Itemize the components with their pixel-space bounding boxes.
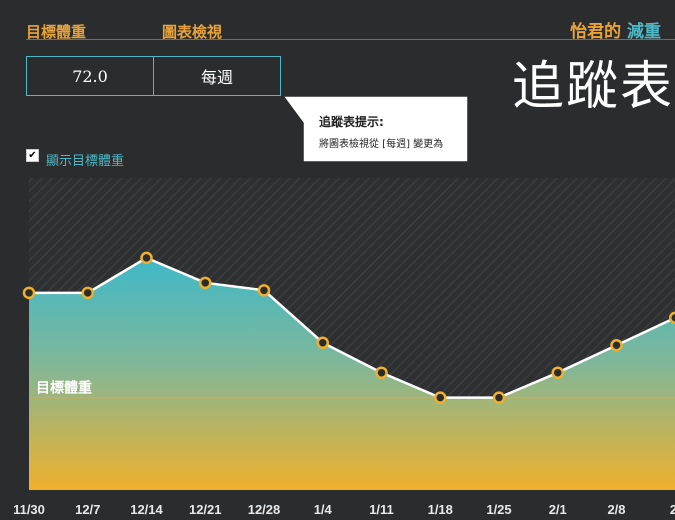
data-point-11-30 [22, 286, 36, 300]
x-tick-label: 12/14 [130, 502, 163, 517]
show-goal-label[interactable]: 顯示目標體重 [46, 150, 124, 169]
header-divider [26, 39, 675, 40]
x-tick-label: 2/ [670, 502, 675, 517]
callout-shape [281, 95, 469, 163]
x-axis-labels: 11/30 12/7 12/14 12/21 12/28 1/4 1/11 1/18 1/25 2… [13, 502, 675, 517]
x-tick-label: 12/28 [248, 502, 281, 517]
data-point-12-28 [257, 284, 271, 297]
data-point-1-11 [375, 366, 388, 379]
data-point-1-25 [492, 391, 506, 404]
x-tick-label: 2/1 [549, 502, 567, 517]
data-point-2-1 [551, 366, 564, 379]
data-point-1-4 [316, 336, 329, 349]
chart-view-select[interactable]: 每週 [153, 57, 280, 95]
data-point-2-15 [669, 311, 675, 325]
data-point-12-21 [199, 276, 212, 290]
data-point-1-18 [434, 391, 447, 404]
data-point-2-8 [610, 338, 623, 352]
tip-title: 追蹤表提示: [319, 115, 384, 129]
x-tick-label: 11/30 [13, 502, 45, 517]
x-tick-label: 1/25 [486, 502, 511, 517]
x-tick-label: 2/8 [607, 502, 625, 517]
show-goal-checkbox[interactable]: ✔ [26, 149, 39, 162]
data-point-12-7 [81, 286, 94, 300]
weight-chart: 目標體重 11/30 12/7 12/14 12/21 12/28 1/4 1/11 1/18… [13, 178, 675, 517]
page-title: 追蹤表 [512, 57, 675, 117]
x-tick-label: 1/18 [428, 502, 453, 517]
x-tick-label: 12/7 [75, 502, 100, 517]
x-tick-label: 1/4 [314, 502, 333, 517]
tracker-tip-callout: 追蹤表提示: 將圖表檢視從 [每週] 變更為 [281, 95, 469, 163]
x-tick-label: 12/21 [189, 502, 222, 517]
goal-weight-input[interactable]: 72.0 [27, 57, 153, 95]
settings-input-row: 72.0 每週 [26, 56, 281, 96]
x-tick-label: 1/11 [369, 502, 394, 517]
data-point-12-14 [140, 251, 153, 265]
goal-line-label: 目標體重 [36, 380, 92, 397]
tip-text: 將圖表檢視從 [每週] 變更為 [319, 139, 444, 150]
